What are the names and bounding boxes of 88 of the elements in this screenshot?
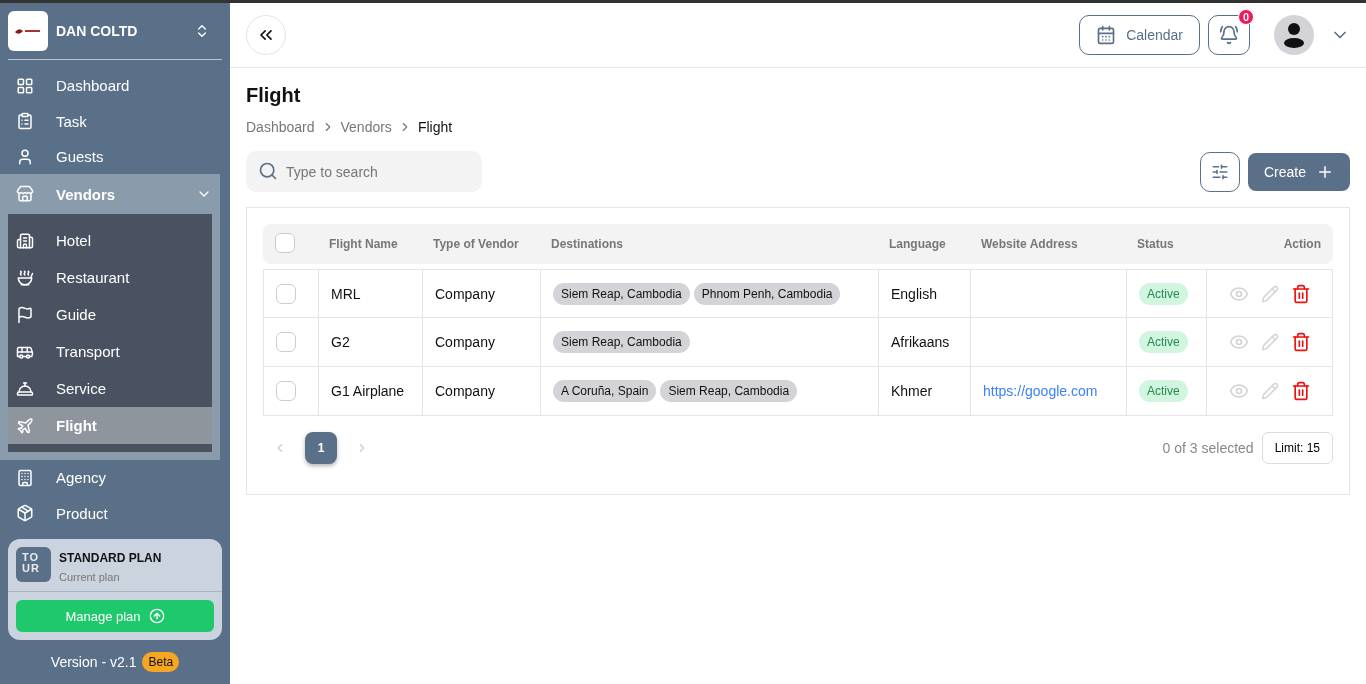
sidebar-item[interactable]: Product [0,495,220,531]
plane-icon [16,416,34,435]
bowl-icon [16,268,34,287]
beta-badge: Beta [142,652,180,672]
table-cell: Company [435,334,495,350]
collapse-button[interactable] [246,15,286,55]
pencil-icon[interactable] [1260,284,1279,303]
avatar[interactable] [1274,15,1314,55]
filter-button[interactable] [1199,151,1240,192]
destination-tag: A Coruña, Spain [553,380,657,402]
table-cell: MRL [331,285,361,302]
selection-summary: 0 of 3 selected [1162,440,1254,456]
calendar-button[interactable]: Calendar [1079,15,1200,55]
sidebar-item[interactable]: Flight [8,407,212,445]
trash-icon[interactable] [1290,332,1311,352]
company-name: DAN COLTD [56,23,139,39]
search-field[interactable]: Type to search [246,151,482,192]
destination-tag: Siem Reap, Cambodia [553,282,690,305]
column-header: Flight Name [328,237,399,251]
sidebar-item[interactable]: Guide [8,296,212,334]
search-icon [258,161,278,181]
upload-icon [148,608,165,624]
logo-icon [14,26,42,36]
breadcrumb-link[interactable]: Vendors [340,119,392,135]
checkbox[interactable] [276,381,296,401]
status-badge: Active [1139,380,1188,402]
eye-icon[interactable] [1228,332,1249,352]
checkbox[interactable] [275,232,295,253]
clipboard-icon [16,112,34,131]
page-button[interactable]: 1 [305,432,337,464]
create-button[interactable]: Create [1247,152,1350,191]
eye-icon[interactable] [1228,381,1249,401]
package-icon [16,504,34,523]
checkbox[interactable] [276,283,296,304]
breadcrumb-link[interactable]: Flight [417,119,453,135]
pencil-icon[interactable] [1260,333,1279,351]
flag-icon [16,305,34,324]
sidebar-item[interactable]: Task [0,103,220,139]
column-header: Type of Vendor [432,237,520,251]
sidebar-item[interactable]: Dashboard [0,68,220,104]
sidebar-group[interactable]: Vendors [0,174,220,215]
sidebar-item[interactable]: Guests [0,138,220,175]
building-icon [16,468,34,487]
table-cell: G1 Airplane [331,383,405,399]
page-title: Flight [246,84,302,107]
plan-logo: TOUR [16,547,51,582]
sliders-icon [1210,162,1229,181]
column-header: Language [888,237,947,251]
user-silhouette-icon [1283,22,1305,48]
plan-name: STANDARD PLAN [59,551,162,565]
table-cell: Khmer [891,383,933,399]
sidebar-item[interactable]: Transport [8,333,212,371]
calendar-icon [1096,25,1117,45]
destination-tag: Phnom Penh, Cambodia [693,282,841,305]
table-cell: English [891,285,937,302]
bell-icon [16,379,34,398]
table-cell: Company [435,285,495,302]
status-badge: Active [1139,331,1188,353]
destination-tag: Siem Reap, Cambodia [660,380,798,402]
user-icon [16,147,34,166]
destination-tag: Siem Reap, Cambodia [553,331,690,353]
sidebar-item[interactable]: Restaurant [8,259,212,297]
bell-icon [1219,25,1239,45]
pencil-icon[interactable] [1260,382,1279,400]
grid-icon [16,76,34,95]
notification-button[interactable] [1208,15,1250,55]
store-icon [16,185,34,204]
notification-count: 0 [1238,9,1254,25]
breadcrumb-link[interactable]: Dashboard [246,119,315,135]
column-header: Destinations [550,237,624,251]
plan-subtitle: Current plan [59,571,121,583]
website-link[interactable]: https://google.com [983,383,1098,399]
sidebar-item[interactable]: Agency [0,460,220,496]
column-header: Status [1136,237,1175,251]
sidebar-item[interactable]: Hotel [8,222,212,260]
trash-icon[interactable] [1290,283,1311,304]
checkbox[interactable] [276,332,296,352]
trash-icon[interactable] [1290,381,1311,401]
column-header: Website Address [980,237,1079,251]
sidebar-item[interactable]: Service [8,370,212,408]
column-header: Action [1282,237,1322,251]
limit-button[interactable]: Limit: 15 [1261,432,1333,464]
building-icon [16,231,34,250]
table-cell: Afrikaans [891,334,950,350]
status-badge: Active [1139,282,1188,305]
table-cell: Company [435,383,495,399]
table-cell: G2 [331,334,350,350]
version-text: Version - v2.1 [50,654,137,670]
